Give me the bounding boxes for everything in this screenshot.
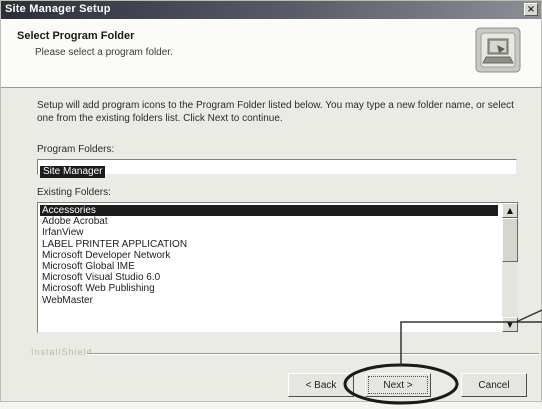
page-title: Select Program Folder (17, 30, 135, 42)
folder-list-item[interactable]: Microsoft Visual Studio 6.0 (40, 272, 498, 283)
folder-list-item[interactable]: IrfanView (40, 227, 498, 238)
scroll-thumb[interactable] (502, 218, 518, 262)
folder-list-item[interactable]: Microsoft Web Publishing (40, 283, 498, 294)
folder-list-item[interactable]: Microsoft Developer Network (40, 250, 498, 261)
page-subtitle: Please select a program folder. (35, 47, 173, 58)
setup-dialog: Site Manager Setup × Select Program Fold… (0, 0, 542, 402)
close-button[interactable]: × (524, 3, 538, 16)
next-button[interactable]: Next > (365, 373, 431, 397)
scroll-down-button[interactable]: ▼ (502, 317, 518, 332)
program-folder-label: Program Folders: (37, 144, 115, 155)
scroll-down-arrow-icon: ▼ (506, 320, 514, 329)
wizard-header: Select Program Folder Please select a pr… (1, 19, 541, 88)
folder-list-item[interactable]: WebMaster (40, 295, 498, 306)
existing-folders-label: Existing Folders: (37, 187, 111, 198)
footer-divider (87, 353, 539, 355)
program-folder-value: Site Manager (40, 166, 106, 178)
cancel-button[interactable]: Cancel (461, 373, 527, 397)
list-scrollbar[interactable]: ▲ ▼ (502, 203, 518, 332)
folder-list-item[interactable]: Adobe Acrobat (40, 216, 498, 227)
close-icon: × (526, 4, 536, 15)
title-bar[interactable]: Site Manager Setup × (1, 1, 541, 19)
back-button[interactable]: < Back (288, 373, 354, 397)
installer-brand-label: InstallShield (31, 347, 93, 357)
setup-computer-icon (475, 27, 521, 73)
folder-list-item[interactable]: LABEL PRINTER APPLICATION (40, 239, 498, 250)
window-title: Site Manager Setup (5, 3, 111, 15)
program-folder-input[interactable]: Site Manager (37, 159, 517, 178)
folder-list-item[interactable]: Microsoft Global IME (40, 261, 498, 272)
scroll-up-arrow-icon: ▲ (506, 206, 514, 215)
existing-folders-list[interactable]: Accessories Adobe Acrobat IrfanView LABEL P… (37, 202, 519, 333)
existing-folders-items: Accessories Adobe Acrobat IrfanView LABEL P… (40, 205, 498, 306)
scroll-up-button[interactable]: ▲ (502, 203, 518, 218)
instructions-text: Setup will add program icons to the Prog… (37, 100, 514, 124)
folder-list-item[interactable]: Accessories (40, 205, 498, 217)
